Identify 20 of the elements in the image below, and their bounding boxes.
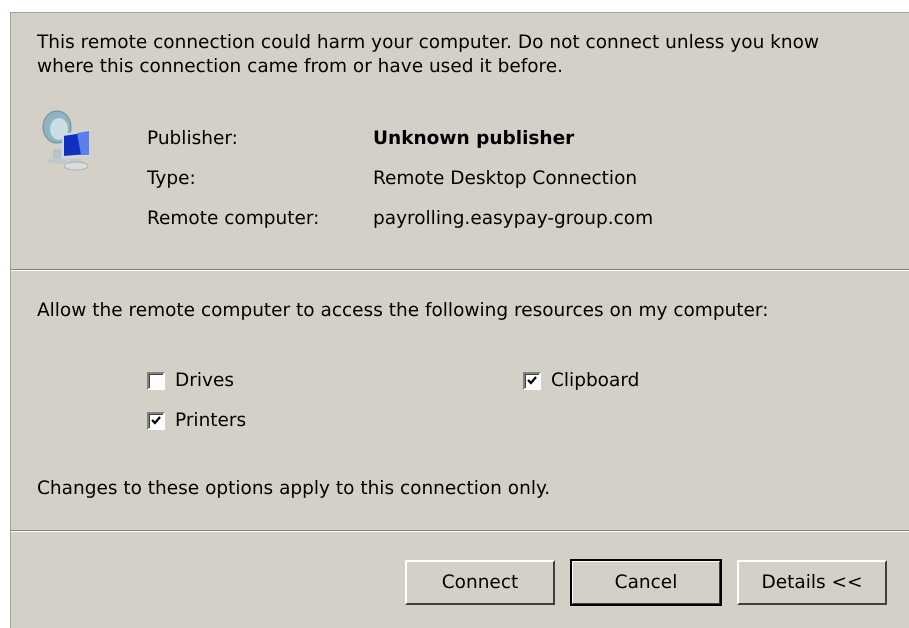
checkbox-label: Clipboard [551,368,640,393]
check-icon [527,376,537,386]
check-icon [151,416,161,426]
checkbox-label: Drives [175,368,234,393]
field-label: Remote computer: [147,207,320,231]
field-label: Publisher: [147,127,239,151]
field-value: Remote Desktop Connection [373,167,638,191]
details-button[interactable]: Details << [737,560,887,605]
checkbox[interactable] [147,412,165,430]
checkbox-label: Printers [175,408,246,433]
checkbox[interactable] [523,372,541,390]
warning-message: This remote connection could harm your computer. Do not connect unless you know where this connection came from or have used it before. [37,31,820,79]
resources-prompt: Allow the remote computer to access the following resources on my computer: [37,299,770,323]
cancel-button[interactable]: Cancel [571,560,721,605]
field-value: payrolling.easypay-group.com [373,207,654,231]
field-label: Type: [147,167,197,191]
field-value: Unknown publisher [373,127,576,151]
options-note: Changes to these options apply to this connection only. [37,476,552,501]
connect-button[interactable]: Connect [405,560,555,605]
checkbox[interactable] [147,372,165,390]
